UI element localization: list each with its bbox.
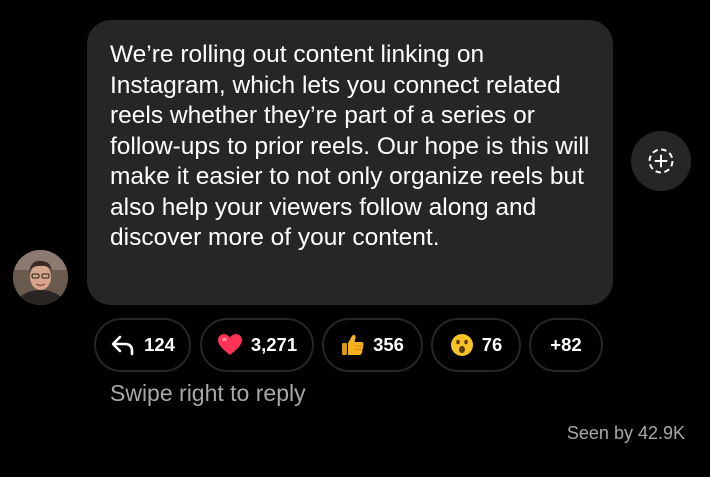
reply-count-chip[interactable]: 124 bbox=[94, 318, 191, 372]
reply-count: 124 bbox=[144, 334, 175, 355]
add-reaction-button[interactable] bbox=[631, 131, 691, 191]
message-bubble[interactable]: We’re rolling out content linking on Ins… bbox=[87, 20, 613, 305]
message-text: We’re rolling out content linking on Ins… bbox=[110, 41, 590, 251]
more-reactions-chip[interactable]: +82 bbox=[529, 318, 603, 372]
surprised-face-emoji-icon bbox=[450, 333, 474, 357]
profile-photo bbox=[13, 250, 68, 305]
avatar[interactable] bbox=[13, 250, 68, 305]
swipe-to-reply-hint: Swipe right to reply bbox=[110, 380, 306, 406]
seen-by-count[interactable]: Seen by 42.9K bbox=[567, 423, 685, 444]
heart-reaction-chip[interactable]: 3,271 bbox=[200, 318, 314, 372]
more-reactions-count: +82 bbox=[550, 334, 582, 355]
thumbs-up-emoji-icon bbox=[341, 333, 365, 357]
heart-emoji-icon bbox=[217, 333, 243, 357]
surprised-reaction-count: 76 bbox=[481, 334, 503, 355]
thumbs-up-reaction-chip[interactable]: 356 bbox=[322, 318, 423, 372]
heart-reaction-count: 3,271 bbox=[250, 334, 298, 355]
add-circle-icon bbox=[646, 146, 676, 176]
reply-arrow-icon bbox=[110, 334, 136, 356]
thumbs-up-reaction-count: 356 bbox=[373, 334, 404, 355]
surprised-reaction-chip[interactable]: 76 bbox=[431, 318, 521, 372]
